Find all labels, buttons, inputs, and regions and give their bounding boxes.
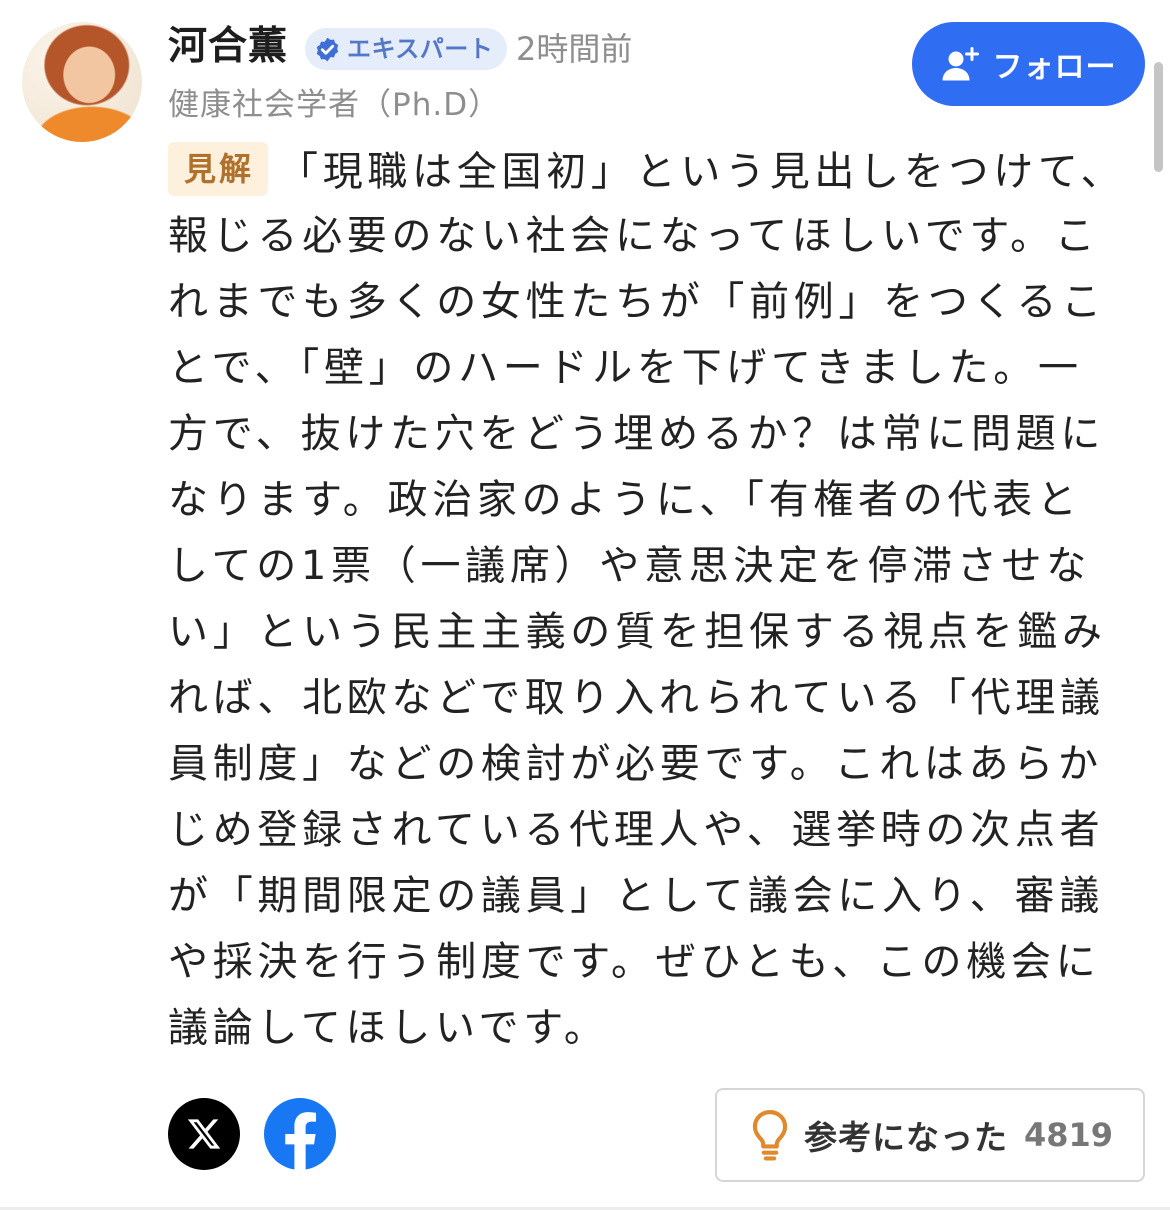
helpful-count: 4819 <box>1024 1116 1114 1154</box>
comment-line: とで、「壁」のハードルを下げてきました。一 <box>168 345 1083 391</box>
post-time: 2時間前 <box>516 30 633 68</box>
opinion-tag: 見解 <box>168 142 269 196</box>
follow-button[interactable]: フォロー <box>912 22 1145 106</box>
comment-line: い」という民主主義の質を担保する視点を鑑み <box>168 609 1107 655</box>
share-facebook-button[interactable] <box>264 1098 336 1170</box>
follow-button-label: フォロー <box>992 50 1117 85</box>
comment-line: れば、北欧などで取り入れられている「代理議 <box>168 675 1105 721</box>
expert-badge: エキスパート <box>305 28 508 70</box>
comment-line: 見解 「現職は全国初」という見出しをつけて、 <box>168 137 1128 203</box>
comment-line: や採決を行う制度です。ぜひとも、この機会に <box>168 939 1101 985</box>
lightbulb-icon <box>752 1110 788 1161</box>
facebook-logo-icon <box>264 1098 336 1170</box>
comment-line: じめ登録されている代理人や、選挙時の次点者 <box>168 807 1105 853</box>
scrollbar[interactable] <box>1154 62 1163 172</box>
comment-line: 報じる必要のない社会になってほしいです。こ <box>168 213 1100 259</box>
comment-line: しての1票（一議席）や意思決定を停滞させな <box>168 543 1091 589</box>
verified-check-icon <box>316 37 339 61</box>
comment-line: なります。政治家のように、「有権者の代表と <box>168 477 1082 523</box>
expert-badge-label: エキスパート <box>347 35 494 63</box>
helpful-button[interactable]: 参考になった 4819 <box>715 1088 1145 1182</box>
comment-line-text: 「現職は全国初」という見出しをつけて、 <box>278 149 1126 195</box>
comment-line: 議論してほしいです。 <box>168 1005 609 1051</box>
person-add-icon <box>942 47 979 81</box>
author-title: 健康社会学者（Ph.D） <box>168 87 501 123</box>
author-name[interactable]: 河合薫 <box>168 22 288 72</box>
x-logo-icon <box>187 1119 221 1149</box>
helpful-button-label: 参考になった <box>804 1118 1008 1157</box>
avatar[interactable] <box>22 22 142 142</box>
comment-line: れまでも多くの女性たちが「前例」をつくるこ <box>168 279 1106 325</box>
comment-line: が「期間限定の議員」として議会に入り、審議 <box>168 873 1104 919</box>
comment-body: 見解 「現職は全国初」という見出しをつけて、 報じる必要のない社会になってほしいで… <box>168 137 1128 1061</box>
comment-line: 方で、抜けた穴をどう埋めるか？は常に問題に <box>168 411 1106 457</box>
share-x-button[interactable] <box>168 1098 240 1170</box>
comment-line: 員制度」などの検討が必要です。これはあらか <box>168 741 1103 787</box>
